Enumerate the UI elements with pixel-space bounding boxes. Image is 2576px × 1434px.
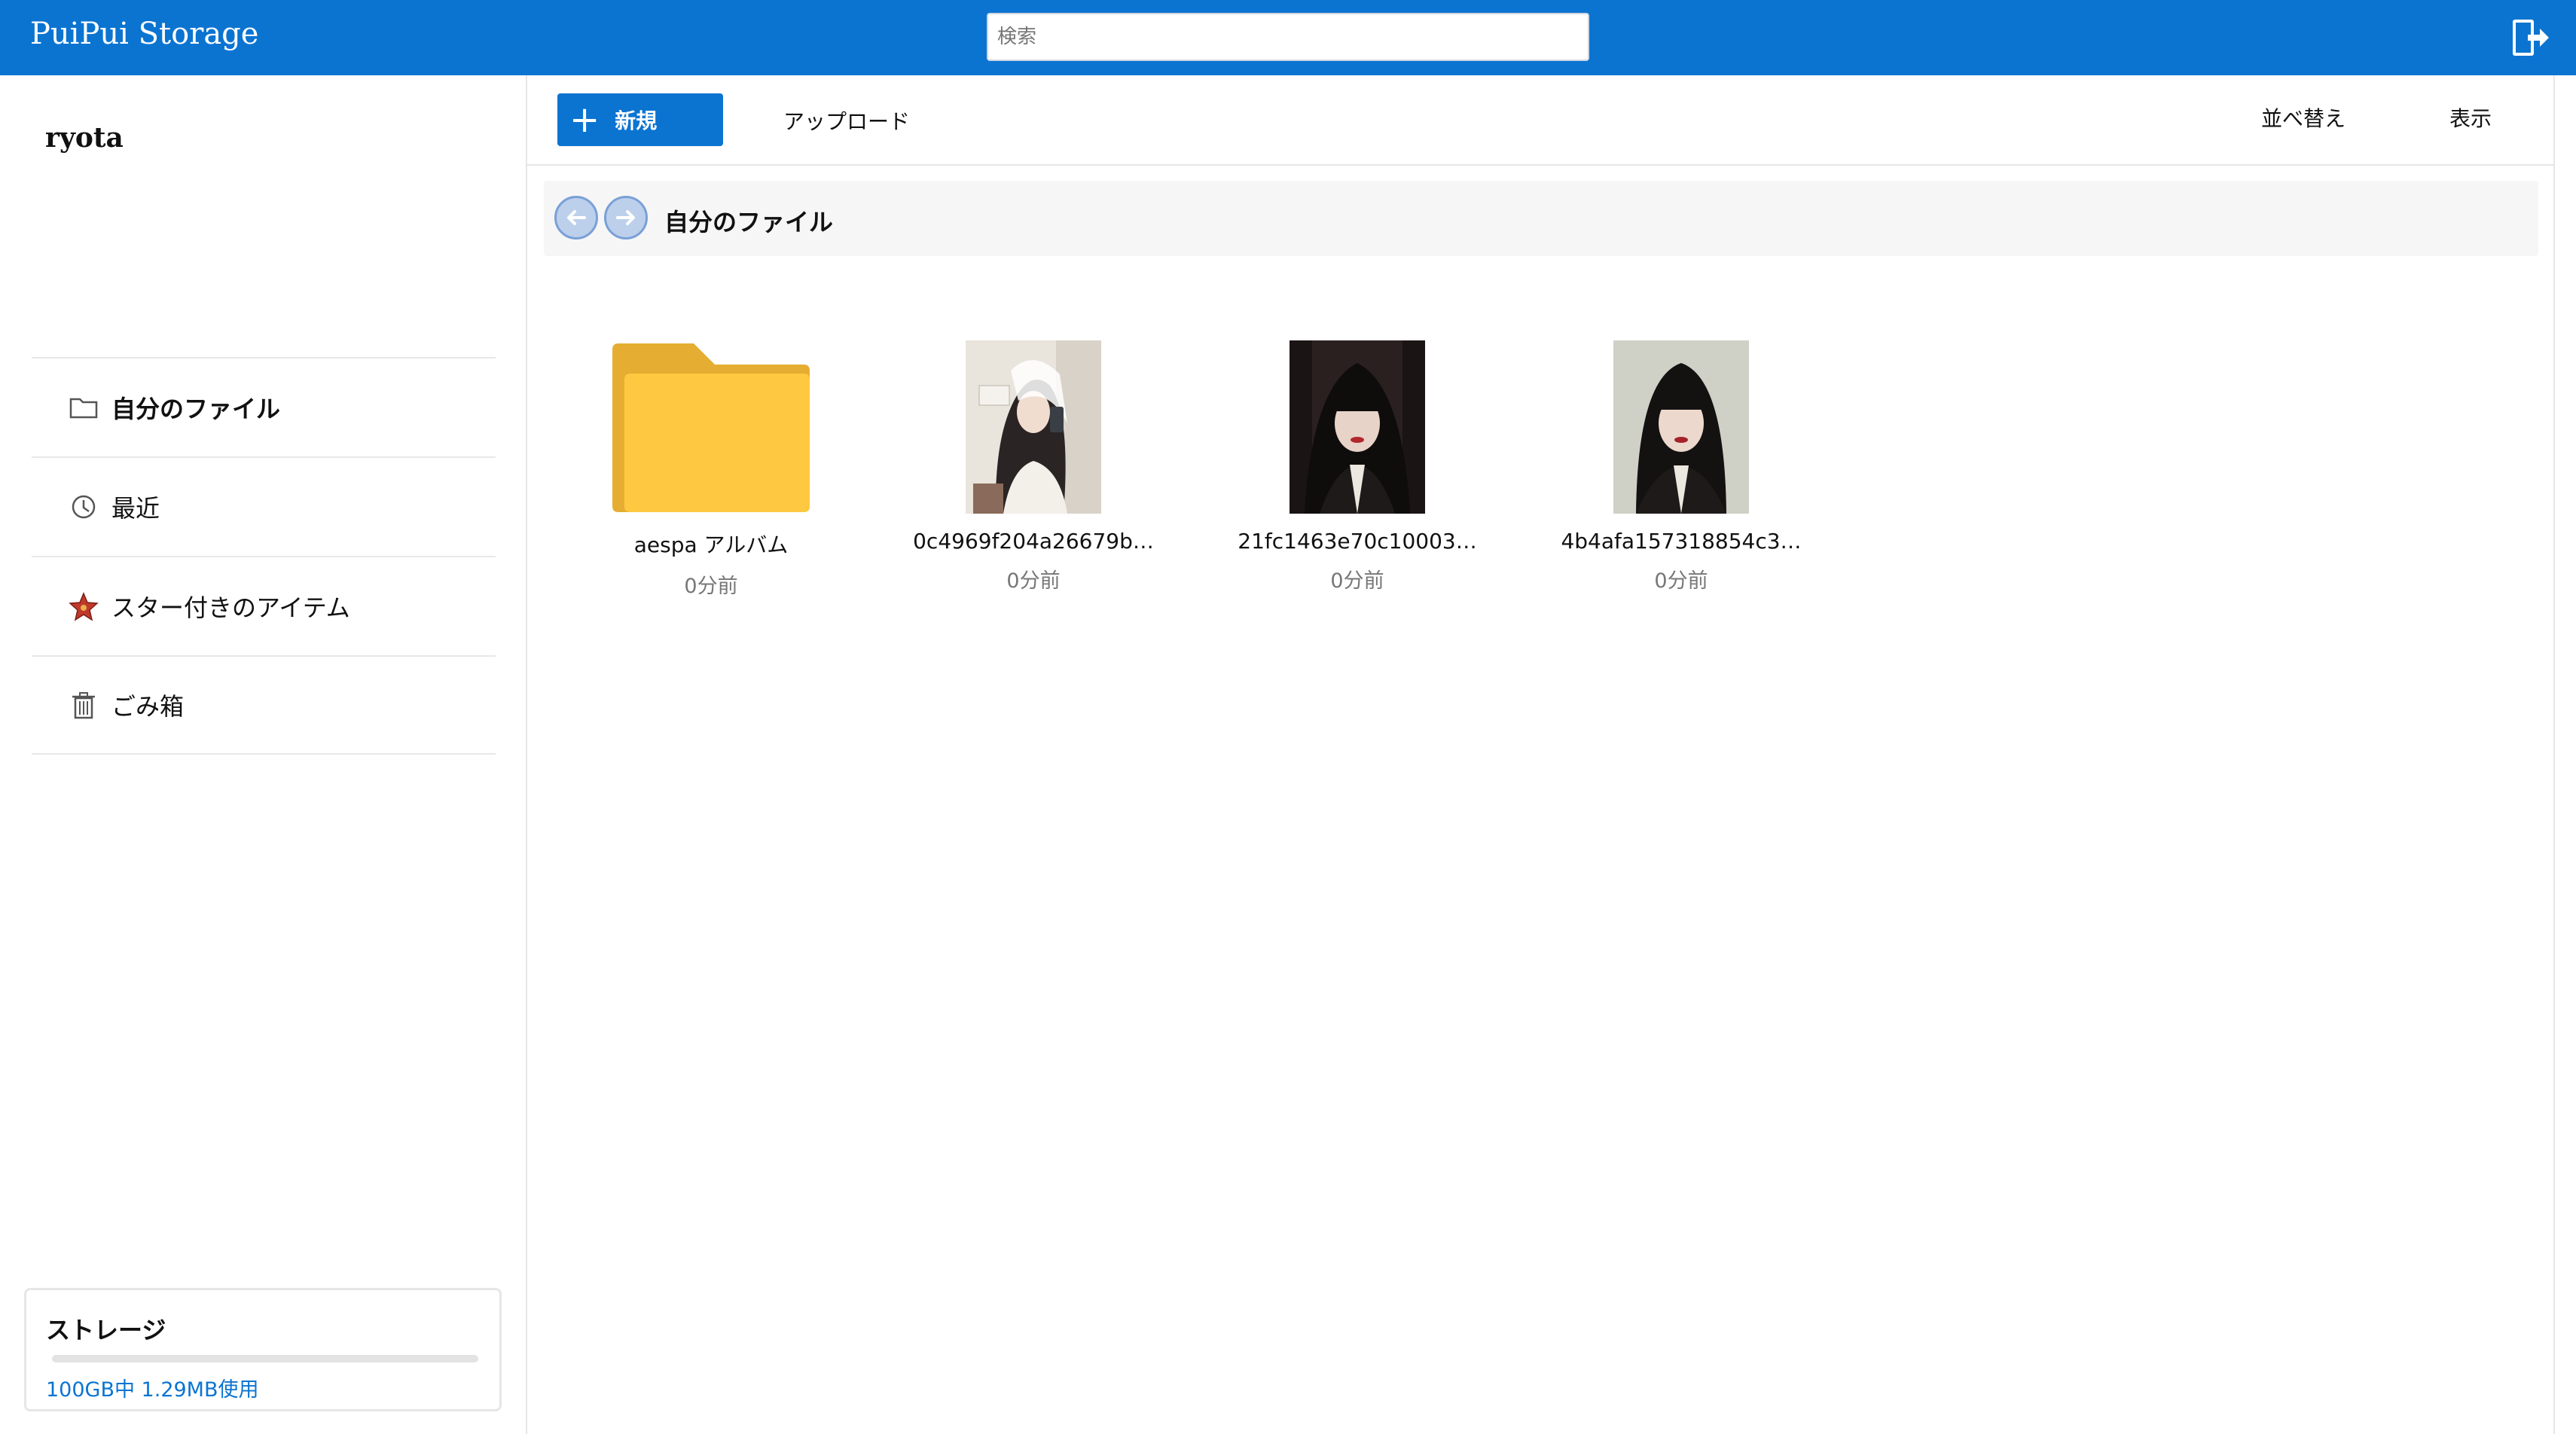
file-modified-time: 0分前 xyxy=(684,575,738,598)
user-name: ryota xyxy=(45,122,124,154)
file-modified-time: 0分前 xyxy=(1006,569,1061,593)
file-item-image[interactable]: 21fc1463e70c10003… 0分前 xyxy=(1237,340,1478,593)
view-button[interactable]: 表示 xyxy=(2449,102,2492,133)
sidebar-item-label: スター付きのアイテム xyxy=(111,593,350,622)
image-thumbnail xyxy=(1290,340,1425,514)
file-name: aespa アルバム xyxy=(633,532,789,557)
breadcrumb-title: 自分のファイル xyxy=(664,208,834,236)
star-icon xyxy=(68,590,99,622)
history-icon xyxy=(68,491,99,523)
app-title[interactable]: PuiPui Storage xyxy=(30,17,258,51)
file-item-image[interactable]: 0c4969f204a26679b… 0分前 xyxy=(913,340,1154,593)
sidebar-item-my-files[interactable]: 自分のファイル xyxy=(32,357,496,456)
new-button[interactable]: + 新規 xyxy=(557,93,723,146)
new-button-label: 新規 xyxy=(615,108,658,133)
file-modified-time: 0分前 xyxy=(1654,569,1708,593)
search-input[interactable] xyxy=(987,13,1589,61)
sidebar-nav: 自分のファイル 最近 スター付きのアイテム ごみ箱 xyxy=(32,357,496,755)
image-thumbnail xyxy=(1613,340,1749,514)
file-name: 4b4afa157318854c3… xyxy=(1561,529,1802,554)
storage-title: ストレージ xyxy=(46,1316,166,1344)
logout-icon[interactable] xyxy=(2507,15,2552,60)
trash-icon xyxy=(68,689,99,721)
breadcrumb: 自分のファイル xyxy=(544,181,2538,256)
folder-icon xyxy=(68,392,99,423)
toolbar: + 新規 アップロード 並べ替え 表示 xyxy=(527,75,2553,166)
sidebar-item-label: 自分のファイル xyxy=(111,395,281,423)
forward-arrow-icon[interactable] xyxy=(604,196,648,240)
file-name: 21fc1463e70c10003… xyxy=(1238,529,1477,554)
storage-progress-bar xyxy=(52,1355,478,1362)
upload-button[interactable]: アップロード xyxy=(783,105,910,136)
sidebar-item-recent[interactable]: 最近 xyxy=(32,456,496,556)
sidebar xyxy=(0,75,527,1434)
plus-icon: + xyxy=(569,99,600,141)
file-modified-time: 0分前 xyxy=(1330,569,1384,593)
image-thumbnail xyxy=(966,340,1101,514)
sidebar-item-trash[interactable]: ごみ箱 xyxy=(32,655,496,755)
file-name: 0c4969f204a26679b… xyxy=(913,529,1154,554)
file-item-image[interactable]: 4b4afa157318854c3… 0分前 xyxy=(1561,340,1802,593)
sort-button[interactable]: 並べ替え xyxy=(2261,102,2346,133)
storage-panel: ストレージ 100GB中 1.29MB使用 xyxy=(24,1288,502,1411)
sidebar-item-label: 最近 xyxy=(111,494,160,523)
scrollbar[interactable] xyxy=(2553,75,2576,1434)
sidebar-item-starred[interactable]: スター付きのアイテム xyxy=(32,556,496,655)
storage-usage-text: 100GB中 1.29MB使用 xyxy=(46,1378,259,1402)
top-bar: PuiPui Storage xyxy=(0,0,2576,75)
file-item-folder[interactable]: aespa アルバム 0分前 xyxy=(591,340,832,599)
sidebar-item-label: ごみ箱 xyxy=(111,692,185,721)
folder-icon xyxy=(609,340,813,514)
back-arrow-icon[interactable] xyxy=(554,196,598,240)
